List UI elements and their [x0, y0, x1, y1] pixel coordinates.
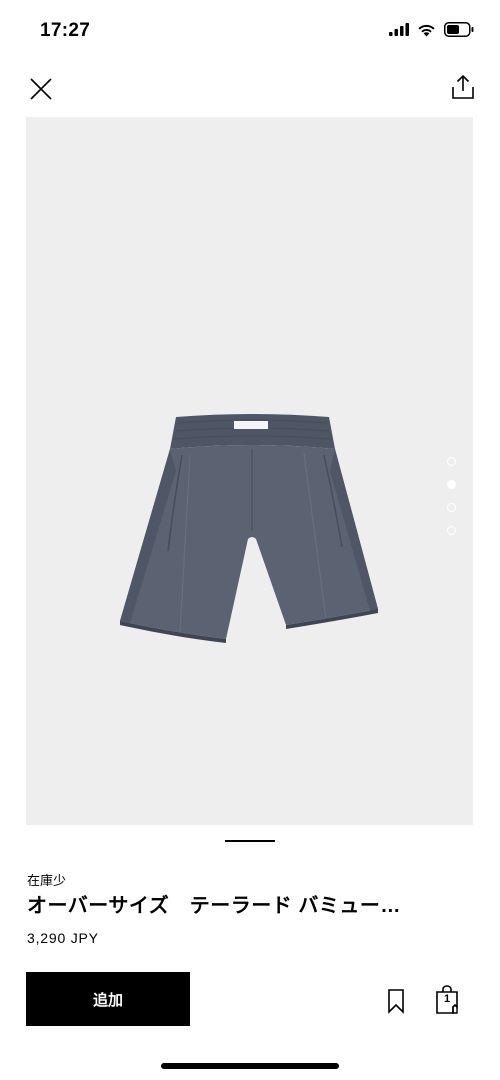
signal-icon	[389, 23, 409, 36]
bookmark-icon	[388, 989, 404, 1014]
carousel-dot[interactable]	[447, 503, 456, 512]
scroll-indicator	[225, 840, 275, 842]
share-button[interactable]	[446, 70, 480, 104]
stock-label: 在庫少	[27, 873, 67, 888]
status-time: 17:27	[40, 20, 91, 41]
status-icons	[389, 22, 474, 37]
product-image-gallery[interactable]	[26, 117, 473, 825]
carousel-dot[interactable]	[447, 457, 456, 466]
carousel-dots	[447, 457, 459, 535]
carousel-dot-active[interactable]	[447, 480, 456, 489]
wifi-icon	[418, 24, 435, 36]
battery-icon	[444, 22, 474, 37]
close-button[interactable]	[24, 72, 58, 106]
product-title: オーバーサイズ テーラード バミュー…	[27, 895, 401, 917]
bookmark-button[interactable]	[384, 988, 408, 1014]
bag-count-badge: 1	[443, 993, 451, 1005]
close-icon	[30, 78, 52, 100]
product-price: 3,290 JPY	[27, 930, 99, 946]
home-indicator	[161, 1063, 339, 1069]
product-image-shorts	[120, 414, 378, 643]
shopping-bag-button[interactable]: 1	[435, 985, 463, 1015]
status-bar: 17:27	[0, 0, 500, 62]
top-nav	[0, 62, 500, 116]
add-to-cart-button[interactable]: 追加	[26, 972, 190, 1026]
share-icon	[452, 74, 474, 99]
carousel-dot[interactable]	[447, 526, 456, 535]
